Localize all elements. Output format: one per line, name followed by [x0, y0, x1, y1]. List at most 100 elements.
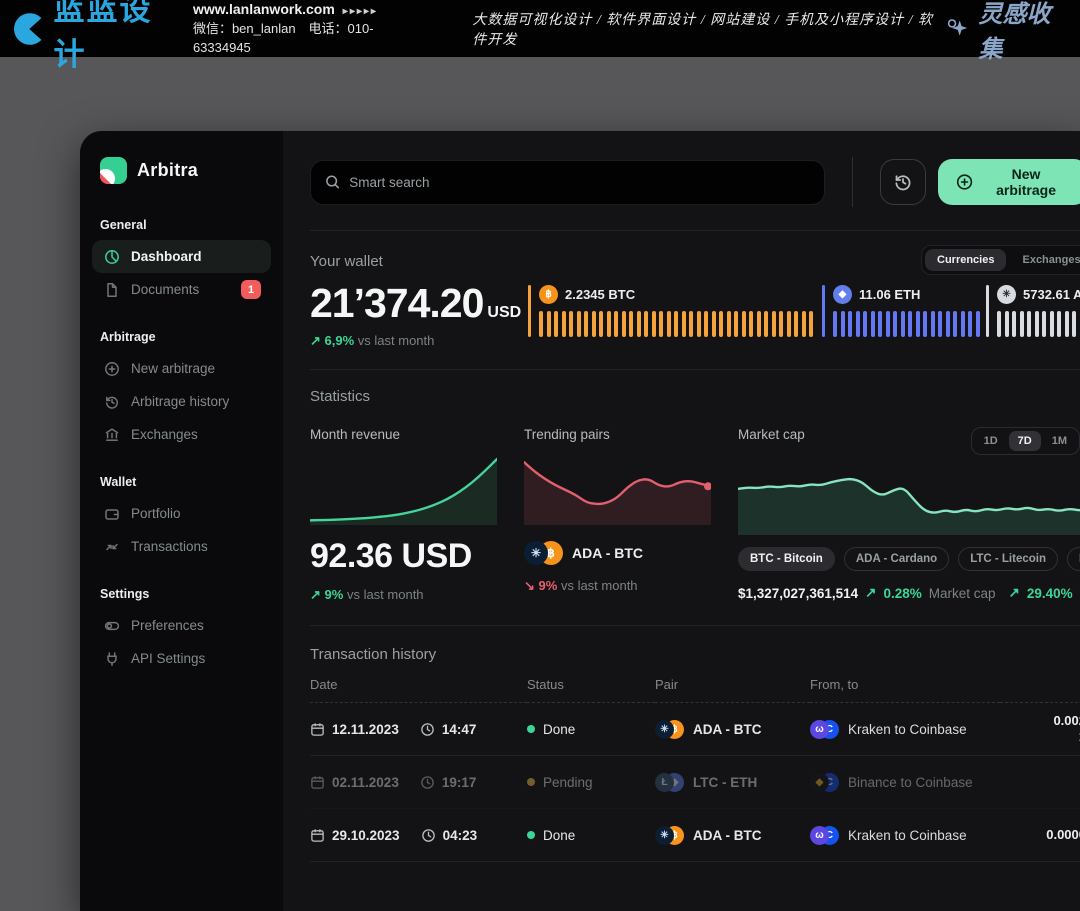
tx-pair: ADA - BTC [693, 828, 762, 843]
topbar-divider [852, 157, 853, 207]
transactions-table: Date Status Pair From, to 12.11.2023 14:… [310, 677, 1080, 862]
column-date: Date [310, 677, 527, 703]
sidebar-item-label: Arbitrage history [131, 394, 229, 409]
sparkle-icon [946, 16, 970, 42]
app-name: Arbitra [137, 160, 198, 181]
tx-route: Binance to Coinbase [848, 775, 973, 790]
exchange-icons: ◆ C [810, 773, 839, 792]
column-amount [1000, 677, 1080, 703]
exchange-icons: ω C [810, 720, 839, 739]
sidebar-item-label: Transactions [131, 539, 208, 554]
lanlan-logo-icon [12, 10, 48, 48]
pair-coins: ✳ ฿ [524, 541, 563, 565]
eth-rail [822, 285, 825, 337]
table-row[interactable]: 29.10.2023 04:23 Done ✳ ฿ ADA - BTC [310, 809, 1080, 862]
search-icon [325, 174, 340, 190]
table-row[interactable]: 12.11.2023 14:47 Done ✳ ฿ ADA - BTC [310, 703, 1080, 756]
month-revenue-chart [310, 453, 497, 525]
top-bar: New arbitrage [310, 157, 1080, 207]
wallet-section: Your wallet Currencies Exchanges 21’374.… [310, 231, 1080, 369]
pair-coins: Ł ◆ [655, 773, 684, 792]
eth-coin-icon: ◆ [833, 285, 852, 304]
kraken-icon: ω [810, 826, 829, 845]
tx-time: 19:17 [442, 775, 477, 790]
banner-logo-text: 蓝蓝设计 [54, 0, 177, 74]
history-clock-icon [893, 172, 913, 192]
pill-ltc[interactable]: LTC - Litecoin [958, 547, 1058, 571]
sidebar-item-preferences[interactable]: Preferences [92, 609, 271, 642]
banner-services: 大数据可视化设计 / 软件界面设计 / 网站建设 / 手机及小程序设计 / 软件… [472, 9, 946, 49]
pill-eth[interactable]: ETH - Ethereum [1067, 547, 1080, 571]
pair-label: ADA - BTC [572, 545, 643, 561]
search-input[interactable] [349, 175, 810, 190]
sidebar: Arbitra General Dashboard Documents 1 Ar… [80, 131, 283, 911]
history-button[interactable] [880, 159, 926, 205]
banner-url[interactable]: www.lanlanwork.com [193, 1, 335, 17]
pair-coins: ✳ ฿ [655, 720, 684, 739]
pill-btc[interactable]: BTC - Bitcoin [738, 547, 835, 571]
range-1d[interactable]: 1D [975, 431, 1007, 451]
sidebar-item-portfolio[interactable]: Portfolio [92, 497, 271, 530]
table-row[interactable]: 02.11.2023 19:17 Pending Ł ◆ LTC - ETH [310, 756, 1080, 809]
plus-circle-icon [956, 173, 973, 191]
promo-banner: 蓝蓝设计 www.lanlanwork.com▸▸▸▸▸ 微信：ben_lanl… [0, 0, 1080, 57]
sidebar-item-api-settings[interactable]: API Settings [92, 642, 271, 675]
range-7d[interactable]: 7D [1009, 431, 1041, 451]
banner-url-arrows: ▸▸▸▸▸ [343, 6, 378, 17]
sidebar-item-transactions[interactable]: Transactions [92, 530, 271, 563]
range-1m[interactable]: 1M [1043, 431, 1076, 451]
ltc-coin-icon: Ł [655, 773, 674, 792]
pill-ada[interactable]: ADA - Cardano [844, 547, 949, 571]
btc-rail [528, 285, 531, 337]
new-arbitrage-button[interactable]: New arbitrage [938, 159, 1080, 205]
sidebar-item-exchanges[interactable]: Exchanges [92, 418, 271, 451]
trending-delta: ↘ 9% vs last month [524, 578, 711, 594]
ada-amount: 5732.61 ADA [1023, 287, 1080, 302]
market-cap-stats: $1,327,027,361,514 ↗ 0.28% Market cap ↗ … [738, 585, 1080, 601]
sidebar-item-documents[interactable]: Documents 1 [92, 273, 271, 306]
ada-bars [997, 311, 1080, 337]
wallet-icon [104, 506, 120, 522]
up-arrow-icon: ↗ [865, 585, 876, 601]
holding-ada: ✳ 5732.61 ADA [986, 285, 1080, 349]
statistics-title: Statistics [310, 388, 1080, 405]
inspiration-collect[interactable]: 灵感收集 [946, 0, 1068, 64]
exchange-icons: ω C [810, 826, 839, 845]
sidebar-item-label: Exchanges [131, 427, 198, 442]
market-cap-chart [738, 457, 1080, 535]
holding-eth: ◆ 11.06 ETH [822, 285, 986, 349]
collect-label: 灵感收集 [978, 0, 1068, 64]
main-content: New arbitrage Your wallet Currencies Exc… [283, 131, 1080, 911]
tx-amount: 0.002 1 [1000, 714, 1080, 744]
banner-logo: 蓝蓝设计 [12, 0, 177, 74]
sidebar-item-arbitrage-history[interactable]: Arbitrage history [92, 385, 271, 418]
statistics-section: Statistics Month revenue 92.36 USD ↗ 9% … [310, 370, 1080, 625]
sidebar-item-label: Dashboard [131, 249, 202, 264]
tx-pair: ADA - BTC [693, 722, 762, 737]
column-fromto: From, to [810, 677, 1000, 703]
search-box[interactable] [310, 160, 825, 205]
wallet-currency: USD [487, 304, 521, 321]
toggle-icon [104, 618, 120, 634]
sidebar-item-new-arbitrage[interactable]: New arbitrage [92, 352, 271, 385]
ada-coin-icon: ✳ [655, 826, 674, 845]
new-arbitrage-label: New arbitrage [982, 166, 1070, 198]
toggle-currencies[interactable]: Currencies [925, 249, 1006, 271]
sidebar-item-dashboard[interactable]: Dashboard [92, 240, 271, 273]
holding-btc: ฿ 2.2345 BTC [528, 285, 822, 349]
wallet-title: Your wallet [310, 253, 383, 270]
calendar-icon [310, 828, 325, 843]
wallet-view-toggle: Currencies Exchanges [921, 245, 1080, 275]
status-dot-done [527, 725, 535, 733]
binance-icon: ◆ [810, 773, 829, 792]
calendar-icon [310, 775, 325, 790]
coin-pills: BTC - Bitcoin ADA - Cardano LTC - Liteco… [738, 547, 1080, 571]
eth-amount: 11.06 ETH [859, 287, 920, 302]
tx-route: Kraken to Coinbase [848, 828, 967, 843]
toggle-exchanges[interactable]: Exchanges [1010, 249, 1080, 271]
transaction-history-title: Transaction history [310, 646, 1080, 663]
ada-rail [986, 285, 989, 337]
history-icon [104, 394, 120, 410]
arbitra-logo-icon [100, 157, 127, 184]
wallet-delta: ↗ 6,9% vs last month [310, 333, 528, 349]
